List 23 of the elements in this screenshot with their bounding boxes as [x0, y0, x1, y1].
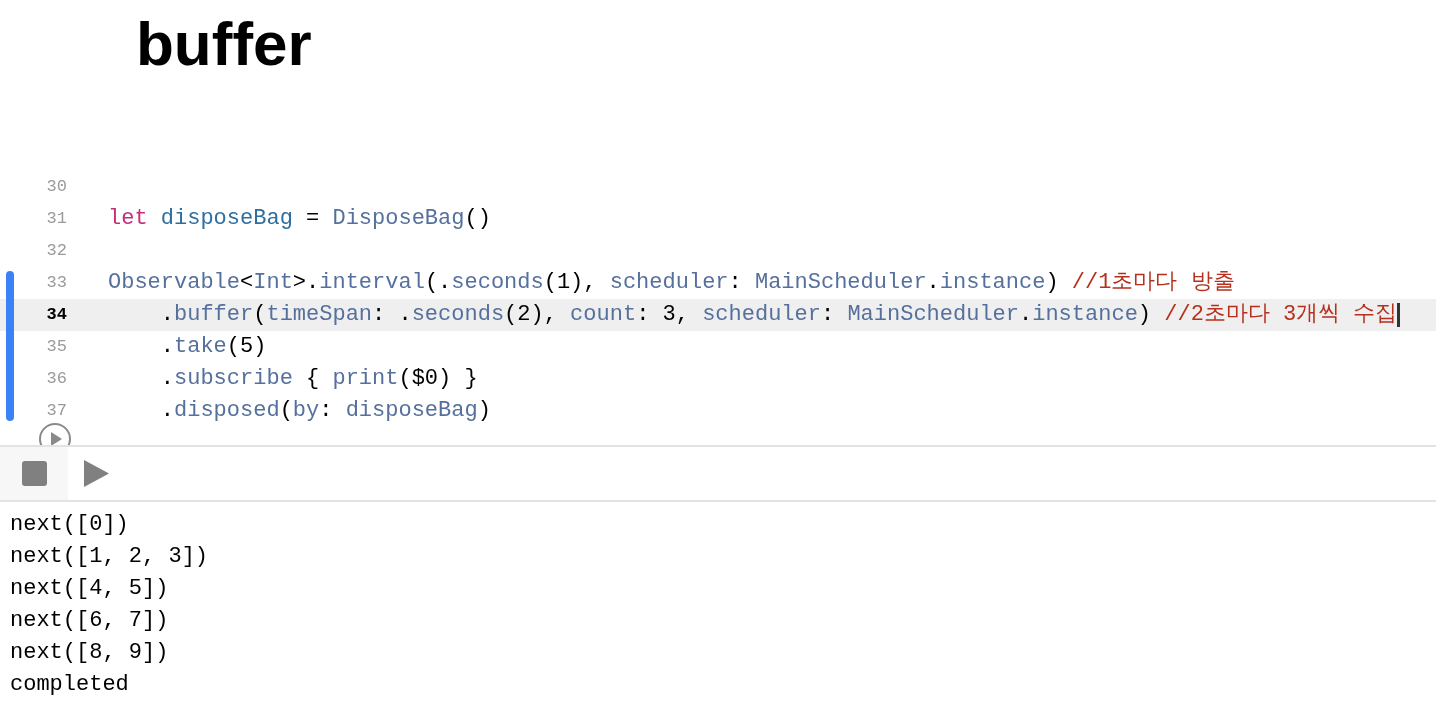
code-line: .buffer(timeSpan: .seconds(2), count: 3, scheduler: MainScheduler.instance) //2초마다 3개씩 수집	[108, 299, 1401, 331]
console-output-line: next([6, 7])	[10, 607, 169, 635]
page-title: buffer	[136, 8, 312, 80]
code-line: .disposed(by: disposeBag)	[159, 397, 491, 425]
code-line: Observable<Int>.interval(.seconds(1), scheduler: MainScheduler.instance) //1초마다 방출	[108, 269, 1235, 297]
code-line: let disposeBag = DisposeBag()	[108, 205, 491, 233]
console-output-line: next([1, 2, 3])	[10, 543, 209, 571]
console-output-line: next([8, 9])	[10, 639, 169, 667]
line-number: 35	[45, 336, 67, 359]
line-number: 30	[45, 176, 67, 199]
play-icon[interactable]	[83, 459, 110, 488]
line-number: 31	[45, 208, 67, 231]
line-number: 36	[45, 368, 67, 391]
line-number: 32	[45, 240, 67, 263]
console-output-line: completed	[10, 671, 129, 699]
line-number: 37	[45, 400, 67, 423]
stop-icon[interactable]	[21, 461, 47, 486]
console-output-line: next([4, 5])	[10, 575, 169, 603]
line-number: 34	[45, 304, 67, 327]
code-line: .take(5)	[159, 333, 267, 361]
line-number: 33	[45, 272, 67, 295]
console-output-line: next([0])	[10, 511, 129, 539]
code-line: .subscribe { print($0) }	[159, 365, 478, 393]
